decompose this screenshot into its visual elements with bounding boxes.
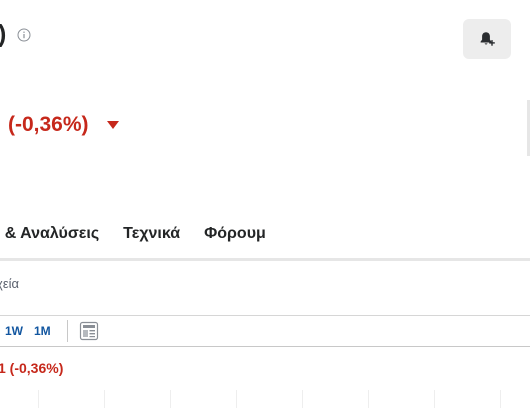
subtab-data[interactable]: χεία <box>0 276 19 292</box>
page-title-fragment: ) <box>0 18 6 50</box>
toolbar-divider <box>67 320 68 342</box>
tabs-divider <box>0 258 530 261</box>
chart-gridline <box>104 390 105 408</box>
toolbar-bottom-border <box>0 346 530 347</box>
price-change-percent: (-0,36%) <box>8 113 89 136</box>
chart-gridline <box>302 390 303 408</box>
tab-technical[interactable]: Τεχνικά <box>123 222 180 248</box>
chart-gridline <box>434 390 435 408</box>
info-circle-icon[interactable] <box>17 28 31 42</box>
range-button-1m[interactable]: 1M <box>34 322 51 340</box>
range-button-1w[interactable]: 1W <box>5 322 23 340</box>
chart-change-label: 1 (-0,36%) <box>0 360 64 376</box>
chart-gridline <box>500 390 501 408</box>
chart-range-selector: 1W 1M <box>5 321 62 341</box>
instrument-tabs: ς & Αναλύσεις Τεχνικά Φόρουμ <box>0 222 290 248</box>
triangle-down-icon <box>107 121 119 129</box>
chart-gridline <box>170 390 171 408</box>
tab-news-analysis[interactable]: ς & Αναλύσεις <box>0 222 99 248</box>
create-alert-button[interactable] <box>463 19 511 59</box>
tab-forum[interactable]: Φόρουμ <box>204 222 266 248</box>
chart-gridline <box>368 390 369 408</box>
chart-gridline <box>38 390 39 408</box>
bell-plus-icon <box>480 32 495 46</box>
chart-gridline <box>236 390 237 408</box>
toolbar-top-border <box>0 315 530 316</box>
chart-type-icon[interactable] <box>79 321 99 341</box>
